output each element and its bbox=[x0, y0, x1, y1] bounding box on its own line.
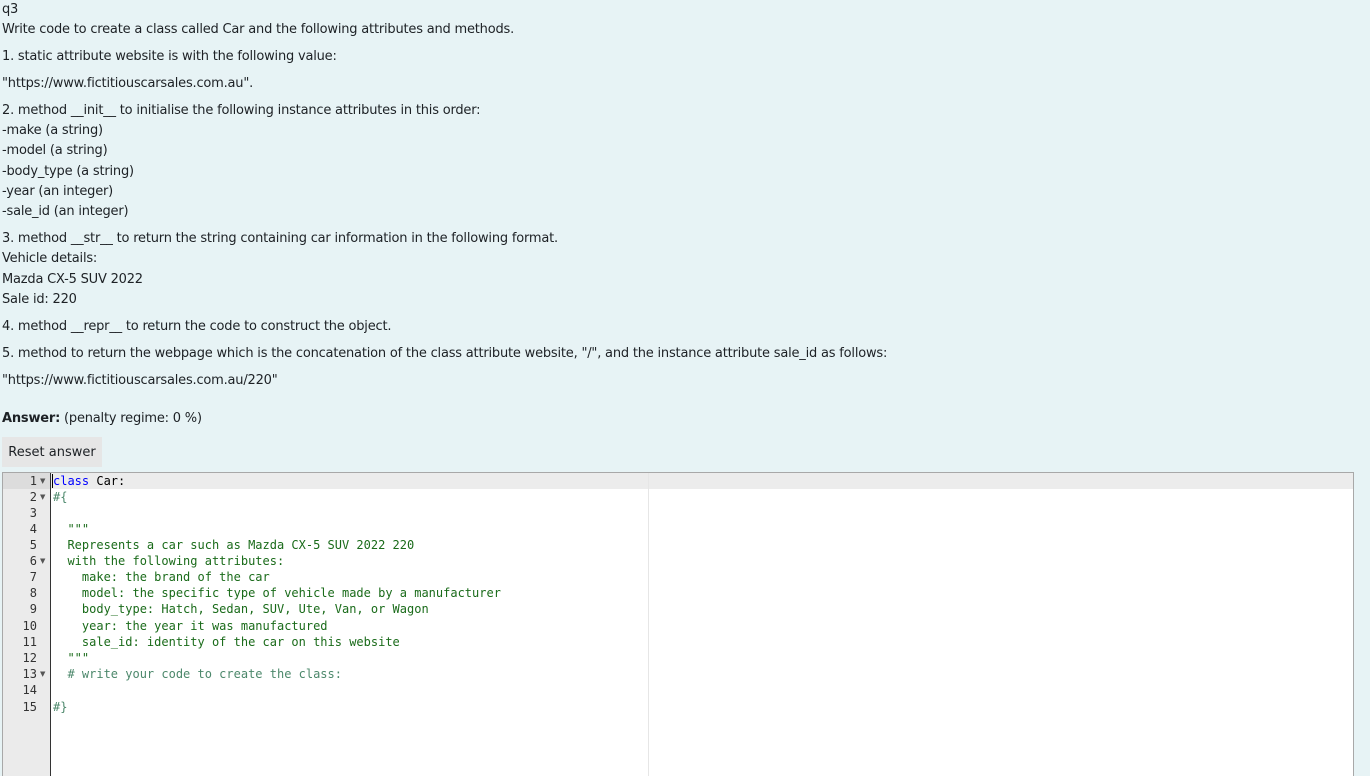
question-line: 4. method __repr__ to return the code to… bbox=[2, 319, 392, 334]
print-margin bbox=[648, 473, 649, 776]
code-line: #{ bbox=[53, 490, 68, 504]
line-number: 9 bbox=[29, 602, 37, 616]
fold-arrow-icon[interactable]: ▼ bbox=[40, 489, 45, 505]
code-line: sale_id: identity of the car on this web… bbox=[53, 635, 400, 649]
fold-arrow-icon[interactable]: ▼ bbox=[40, 473, 45, 489]
fold-arrow-icon[interactable]: ▼ bbox=[40, 553, 45, 569]
fold-arrow-icon[interactable]: ▼ bbox=[40, 666, 45, 682]
code-line: #} bbox=[53, 700, 68, 714]
penalty-regime: (penalty regime: 0 %) bbox=[64, 411, 202, 426]
question-line: -body_type (a string) bbox=[2, 164, 134, 179]
question-line: 1. static attribute website is with the … bbox=[2, 49, 337, 64]
code-line: Represents a car such as Mazda CX-5 SUV … bbox=[53, 538, 415, 552]
line-number: 13 bbox=[22, 667, 37, 681]
code-line: # write your code to create the class: bbox=[53, 667, 342, 681]
question-line: -sale_id (an integer) bbox=[2, 204, 129, 219]
question-line: Write code to create a class called Car … bbox=[2, 22, 515, 37]
question-line: -make (a string) bbox=[2, 123, 103, 138]
question-line: Vehicle details: bbox=[2, 251, 98, 266]
code-keyword: class bbox=[53, 474, 90, 488]
line-number: 10 bbox=[22, 619, 37, 633]
question-line: 2. method __init__ to initialise the fol… bbox=[2, 103, 481, 118]
answer-header: Answer: (penalty regime: 0 %) bbox=[2, 411, 202, 426]
question-line: 3. method __str__ to return the string c… bbox=[2, 231, 558, 246]
line-number: 5 bbox=[29, 538, 37, 552]
line-number: 8 bbox=[29, 586, 37, 600]
code-line: with the following attributes: bbox=[53, 554, 285, 568]
code-text: Car: bbox=[89, 474, 126, 488]
code-line: class Car: bbox=[53, 473, 125, 489]
question-line: 5. method to return the webpage which is… bbox=[2, 346, 888, 361]
question-line: -model (a string) bbox=[2, 143, 108, 158]
line-number: 1 bbox=[29, 474, 37, 488]
line-number: 4 bbox=[29, 522, 37, 536]
editor-gutter: 1 2 3 4 5 6 7 8 9 10 11 12 13 14 15 ▼ ▼ … bbox=[3, 473, 51, 776]
question-line: "https://www.fictitiouscarsales.com.au/2… bbox=[2, 373, 278, 388]
code-line: model: the specific type of vehicle made… bbox=[53, 586, 501, 600]
question-line: Sale id: 220 bbox=[2, 292, 77, 307]
code-line: """ bbox=[53, 522, 90, 536]
line-number: 2 bbox=[29, 490, 37, 504]
code-line: make: the brand of the car bbox=[53, 570, 270, 584]
question-line: Mazda CX-5 SUV 2022 bbox=[2, 272, 143, 287]
reset-answer-button[interactable]: Reset answer bbox=[2, 437, 102, 467]
line-number: 3 bbox=[29, 506, 37, 520]
line-number: 15 bbox=[22, 700, 37, 714]
answer-label: Answer: bbox=[2, 411, 61, 426]
line-number: 12 bbox=[22, 651, 37, 665]
line-number: 14 bbox=[22, 683, 37, 697]
question-name: q3 bbox=[2, 2, 19, 17]
question-line: "https://www.fictitiouscarsales.com.au". bbox=[2, 76, 254, 91]
line-number: 7 bbox=[29, 570, 37, 584]
editor-active-line bbox=[51, 473, 1353, 489]
code-line: body_type: Hatch, Sedan, SUV, Ute, Van, … bbox=[53, 602, 429, 616]
line-number: 6 bbox=[29, 554, 37, 568]
code-editor[interactable]: 1 2 3 4 5 6 7 8 9 10 11 12 13 14 15 ▼ ▼ … bbox=[2, 472, 1354, 776]
code-line: """ bbox=[53, 651, 90, 665]
question-line: -year (an integer) bbox=[2, 184, 114, 199]
line-number: 11 bbox=[22, 635, 37, 649]
code-line: year: the year it was manufactured bbox=[53, 619, 328, 633]
